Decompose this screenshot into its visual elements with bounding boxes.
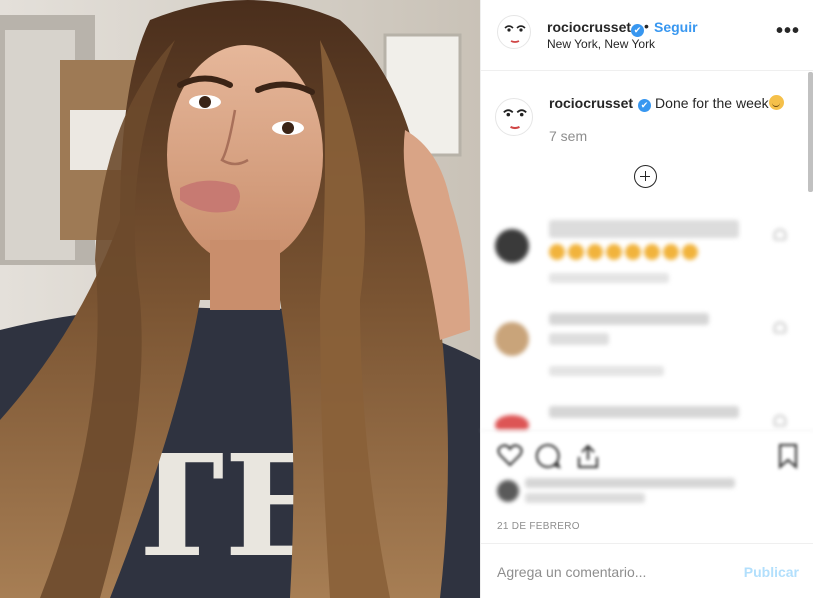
caption-username[interactable]: rociocrusset xyxy=(549,95,633,111)
publish-button[interactable]: Publicar xyxy=(744,564,799,580)
profile-illustration-icon xyxy=(504,25,526,43)
caption-avatar[interactable] xyxy=(495,98,533,136)
comment-meta xyxy=(549,273,669,283)
caption-time-ago[interactable]: 7 sem xyxy=(549,128,587,144)
comment-like-icon[interactable] xyxy=(774,415,786,426)
likes-text xyxy=(525,478,745,503)
load-more-comments-icon[interactable] xyxy=(634,165,657,188)
comment-meta xyxy=(549,366,664,376)
post-header: rociocrusset ✔ • Seguir New York, New Yo… xyxy=(481,0,813,71)
portrait-photo: TE xyxy=(0,0,480,598)
comment-item xyxy=(481,205,813,295)
separator-dot: • xyxy=(644,18,649,34)
post-location[interactable]: New York, New York xyxy=(547,37,655,51)
caption-text-line: rociocrusset ✔ Done for the week xyxy=(549,95,784,112)
verified-badge-icon: ✔ xyxy=(631,24,644,37)
comment-text xyxy=(549,313,759,345)
comment-avatar[interactable] xyxy=(495,322,529,356)
avatar[interactable] xyxy=(497,15,531,49)
post-photo[interactable]: TE xyxy=(0,0,480,598)
comment-item xyxy=(481,391,813,430)
comment-input[interactable] xyxy=(497,562,737,582)
profile-illustration-icon xyxy=(503,109,527,130)
more-options-icon[interactable]: ••• xyxy=(776,21,800,41)
post-actions-bar xyxy=(481,430,813,480)
bookmark-icon[interactable] xyxy=(776,443,800,469)
comments-scrollbar[interactable] xyxy=(808,72,813,192)
heart-icon[interactable] xyxy=(497,443,523,467)
comment-like-icon[interactable] xyxy=(774,322,786,333)
comments-list xyxy=(481,205,813,430)
caption-text: Done for the week xyxy=(655,95,769,111)
comment-like-icon[interactable] xyxy=(774,229,786,240)
smiley-emoji-icon xyxy=(768,95,784,110)
post-caption: rociocrusset ✔ Done for the week 7 sem xyxy=(481,72,813,152)
follow-button[interactable]: Seguir xyxy=(654,19,698,35)
likes-summary[interactable] xyxy=(481,478,813,514)
verified-badge-icon: ✔ xyxy=(638,99,652,112)
comment-item xyxy=(481,298,813,388)
share-icon[interactable] xyxy=(575,443,601,469)
comment-text xyxy=(549,220,759,260)
liker-avatar[interactable] xyxy=(497,480,519,502)
post-author-username[interactable]: rociocrusset xyxy=(547,19,631,35)
comment-avatar[interactable] xyxy=(495,415,529,430)
add-comment-bar: Publicar xyxy=(481,543,813,598)
post-side-panel: rociocrusset ✔ • Seguir New York, New Yo… xyxy=(480,0,813,598)
post-date[interactable]: 21 DE FEBRERO xyxy=(497,521,580,532)
comment-icon[interactable] xyxy=(535,443,561,469)
comment-avatar[interactable] xyxy=(495,229,529,263)
comment-text xyxy=(549,406,759,418)
